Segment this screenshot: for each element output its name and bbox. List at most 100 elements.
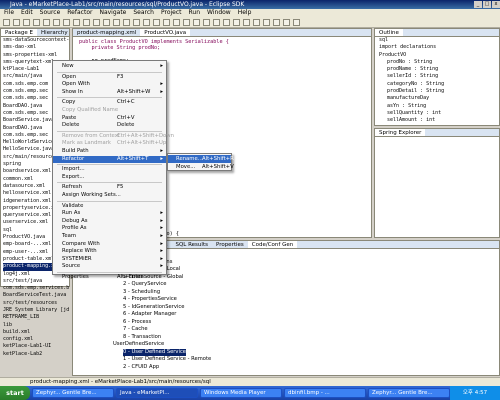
tree-item[interactable]: sms-dataSourcecontext-xml xyxy=(3,37,69,44)
context-menu-item[interactable]: Build Path ▸ xyxy=(53,148,166,156)
toolbar-icon[interactable] xyxy=(13,19,20,26)
tree-item[interactable]: config.xml xyxy=(3,336,69,343)
toolbar-icon[interactable] xyxy=(163,19,170,26)
maximize-button[interactable]: □ xyxy=(483,1,491,8)
toolbar-icon[interactable] xyxy=(63,19,70,26)
menu-project[interactable]: Project xyxy=(161,9,182,16)
context-menu-item[interactable]: Team ▸ xyxy=(53,233,166,241)
config-tree-item[interactable]: 1 - User Defined Service - Remote xyxy=(123,356,211,364)
context-menu-item[interactable]: Debug As ▸ xyxy=(53,218,166,226)
submenu-item[interactable]: Rename... Alt+Shift+R xyxy=(168,155,234,163)
tab-productvo[interactable]: ProductVO.java xyxy=(140,29,191,36)
config-tree-item[interactable]: 7 - Cache xyxy=(123,326,148,334)
outline-item[interactable]: manufactureDay xyxy=(377,95,499,102)
toolbar-icon[interactable] xyxy=(263,19,270,26)
menu-help[interactable]: Help xyxy=(238,9,252,16)
tree-item[interactable]: com.sds.emp.services.board.test xyxy=(3,285,69,292)
toolbar-icon[interactable] xyxy=(173,19,180,26)
tab-outline[interactable]: Outline xyxy=(375,29,403,36)
toolbar-icon[interactable] xyxy=(103,19,110,26)
tree-item[interactable]: build.xml xyxy=(3,329,69,336)
tree-item[interactable]: ketPlace-Lab2 xyxy=(3,351,69,358)
toolbar-icon[interactable] xyxy=(293,19,300,26)
menu-window[interactable]: Window xyxy=(207,9,231,16)
toolbar-icon[interactable] xyxy=(243,19,250,26)
tab-hierarchy[interactable]: Hierarchy xyxy=(37,29,69,36)
toolbar-icon[interactable] xyxy=(83,19,90,26)
tree-item[interactable]: BoardServiceTest.java xyxy=(3,292,69,299)
context-menu-item[interactable]: Refresh F5 xyxy=(53,184,166,192)
config-tree-item[interactable]: 5 - IdGenerationService xyxy=(123,304,184,312)
outline-item[interactable]: sellAmount : int xyxy=(377,117,499,124)
taskbar-item[interactable]: dbinfil.bmp - ... xyxy=(284,388,366,398)
menu-run[interactable]: Run xyxy=(189,9,201,16)
menu-file[interactable]: File xyxy=(4,9,14,16)
config-tree-item[interactable]: 0 - User Defined Service xyxy=(123,348,186,356)
toolbar-icon[interactable] xyxy=(43,19,50,26)
outline-item[interactable]: prodDetail : String xyxy=(377,88,499,95)
start-button[interactable]: start xyxy=(0,386,30,400)
config-tree-item[interactable]: 2 - QueryService xyxy=(123,281,166,289)
config-tree-item[interactable]: 3 - Scheduling xyxy=(123,289,160,297)
context-menu-item[interactable]: Assign Working Sets... xyxy=(53,192,166,200)
toolbar-icon[interactable] xyxy=(133,19,140,26)
tree-item[interactable]: JRE System Library [jdk1.5.0_12] xyxy=(3,307,69,314)
submenu-item[interactable]: Move... Alt+Shift+V xyxy=(168,163,234,171)
tab-code-conf-gen[interactable]: Code/Conf Gen xyxy=(247,241,298,248)
context-menu-item[interactable]: Properties Alt+Enter xyxy=(53,274,166,282)
config-tree-item[interactable]: 6 - Process xyxy=(123,319,151,327)
context-menu-item[interactable]: Export... xyxy=(53,174,166,182)
outline-item[interactable]: ProductVO xyxy=(377,52,499,59)
outline-item[interactable]: sellerId : String xyxy=(377,73,499,80)
toolbar-icon[interactable] xyxy=(33,19,40,26)
context-menu-item[interactable]: Open F3 xyxy=(53,74,166,82)
taskbar-item[interactable]: Java - eMarketPl... xyxy=(116,388,198,398)
outline-item[interactable]: sql xyxy=(377,37,499,44)
context-menu-item[interactable]: Delete Delete xyxy=(53,122,166,130)
context-menu-item[interactable]: Import... xyxy=(53,166,166,174)
context-menu-item[interactable]: Show In Alt+Shift+W ▸ xyxy=(53,89,166,97)
toolbar-icon[interactable] xyxy=(213,19,220,26)
context-menu-item[interactable]: Compare With ▸ xyxy=(53,241,166,249)
toolbar-icon[interactable] xyxy=(53,19,60,26)
config-tree-item[interactable]: UserDefinedService xyxy=(113,341,164,349)
toolbar-icon[interactable] xyxy=(203,19,210,26)
tab-package-explorer[interactable]: Package E xyxy=(1,29,38,36)
config-tree-item[interactable]: 6 - Adapter Manager xyxy=(123,311,176,319)
context-menu-item[interactable]: Replace With ▸ xyxy=(53,248,166,256)
tree-item[interactable]: src/test/resources xyxy=(3,300,69,307)
toolbar-icon[interactable] xyxy=(73,19,80,26)
toolbar-icon[interactable] xyxy=(283,19,290,26)
context-menu-item[interactable]: New ▸ xyxy=(53,63,166,71)
taskbar-item[interactable]: Zephyr... Gentle Bre... xyxy=(368,388,450,398)
context-menu-item[interactable]: Copy Ctrl+C xyxy=(53,99,166,107)
toolbar-icon[interactable] xyxy=(223,19,230,26)
outline-item[interactable]: sellQuantity : int xyxy=(377,110,499,117)
outline-item[interactable]: import declarations xyxy=(377,44,499,51)
config-tree-item[interactable]: 2 - CFUID App xyxy=(123,364,159,372)
tab-properties[interactable]: Properties xyxy=(212,241,248,248)
context-menu-item[interactable]: SYSTEMiER ▸ xyxy=(53,256,166,264)
context-menu-item[interactable]: Run As ▸ xyxy=(53,210,166,218)
taskbar-item[interactable]: Zephyr... Gentle Bre... xyxy=(32,388,114,398)
toolbar-icon[interactable] xyxy=(93,19,100,26)
toolbar-icon[interactable] xyxy=(153,19,160,26)
outline-item[interactable]: categoryNo : String xyxy=(377,81,499,88)
toolbar-icon[interactable] xyxy=(113,19,120,26)
toolbar-icon[interactable] xyxy=(273,19,280,26)
context-menu-item[interactable]: Validate xyxy=(53,203,166,211)
context-menu-item[interactable]: Source ▸ xyxy=(53,263,166,271)
tree-item[interactable]: lib xyxy=(3,322,69,329)
context-menu-item[interactable]: Paste Ctrl+V xyxy=(53,115,166,123)
context-menu-item[interactable]: Open With ▸ xyxy=(53,81,166,89)
toolbar-icon[interactable] xyxy=(193,19,200,26)
context-menu-item[interactable]: Refactor Alt+Shift+T ▸ xyxy=(53,155,166,164)
menu-source[interactable]: Source xyxy=(40,9,61,16)
toolbar-icon[interactable] xyxy=(143,19,150,26)
tab-spring-explorer[interactable]: Spring Explorer xyxy=(375,129,426,136)
config-tree-item[interactable]: 4 - PropertiesService xyxy=(123,296,177,304)
context-menu-item[interactable]: Profile As ▸ xyxy=(53,225,166,233)
toolbar-icon[interactable] xyxy=(253,19,260,26)
close-button[interactable]: x xyxy=(492,1,500,8)
toolbar-icon[interactable] xyxy=(23,19,30,26)
